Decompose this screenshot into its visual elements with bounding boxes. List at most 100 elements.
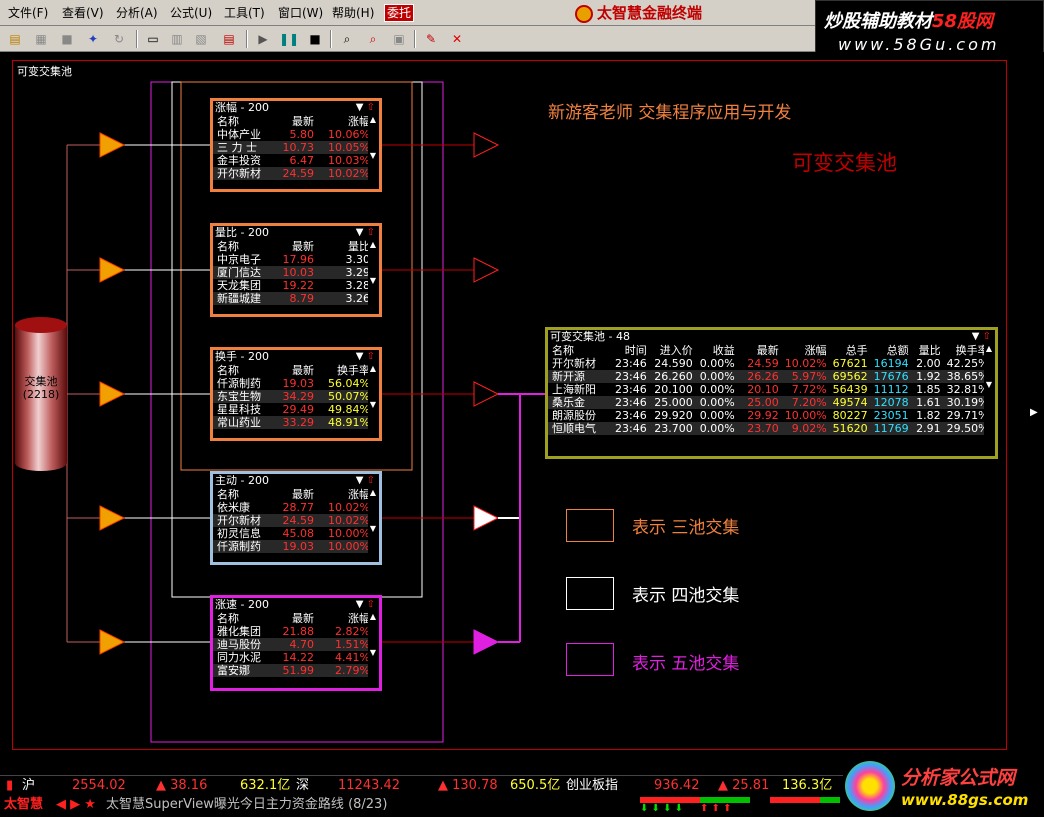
column-header[interactable]: 总额 [871, 344, 912, 357]
output-node-icon[interactable] [473, 629, 500, 655]
table-row[interactable]: 同力水泥 14.22 4.41% [213, 651, 373, 664]
menu-view[interactable]: 查看(V) [62, 5, 104, 21]
menu-analysis[interactable]: 分析(A) [116, 5, 158, 21]
table-row[interactable]: 朗源股份 23:46 29.920 0.00% 29.92 10.00% 80227 2305… [548, 409, 992, 422]
menu-formula[interactable]: 公式(U) [170, 5, 212, 21]
open-icon[interactable]: ▤ [6, 30, 24, 48]
filter-node-icon[interactable] [99, 505, 126, 531]
table-row[interactable]: 开尔新材 24.59 10.02% [213, 514, 373, 527]
column-header[interactable]: 时间 [612, 344, 650, 357]
tile-icon[interactable]: ▥ [168, 30, 186, 48]
table-row[interactable]: 恒顺电气 23:46 23.700 0.00% 23.70 9.02% 51620 11769… [548, 422, 992, 435]
column-header[interactable]: 量比 [912, 344, 944, 357]
scrollbar[interactable]: ▲ ▼ [368, 240, 378, 314]
print-icon[interactable]: ▦ [32, 30, 50, 48]
pin-icon[interactable]: ⇧ [367, 351, 375, 362]
filter-icon[interactable]: ▼ [972, 331, 980, 342]
pin-icon[interactable]: ⇧ [367, 475, 375, 486]
ticker-nav-icon[interactable]: ◀ ▶ ★ [56, 797, 96, 813]
menu-window[interactable]: 窗口(W) [278, 5, 323, 21]
table-row[interactable]: 中体产业 5.80 10.06% [213, 128, 373, 141]
save-icon[interactable]: ■ [58, 30, 76, 48]
column-header[interactable]: 名称 [213, 488, 277, 501]
table-row[interactable]: 上海新阳 23:46 20.100 0.00% 20.10 7.72% 56439 11112… [548, 383, 992, 396]
table-row[interactable]: 开尔新材 24.59 10.02% [213, 167, 373, 180]
filter-node-icon[interactable] [99, 629, 126, 655]
play-icon[interactable]: ▶ [254, 30, 272, 48]
table-row[interactable]: 富安娜 51.99 2.79% [213, 664, 373, 677]
table-row[interactable]: 新开源 23:46 26.260 0.00% 26.26 5.97% 69562 17676 1… [548, 370, 992, 383]
table-row[interactable]: 东宝生物 34.29 50.07% [213, 390, 373, 403]
ticker-message[interactable]: 太智慧SuperView曝光今日主力资金路线 (8/23) [106, 797, 387, 813]
menu-tools[interactable]: 工具(T) [224, 5, 265, 21]
search-icon[interactable]: ⌕ [338, 30, 356, 48]
table-row[interactable]: 开尔新材 23:46 24.590 0.00% 24.59 10.02% 67621 1619… [548, 357, 992, 370]
column-header[interactable]: 量比 [317, 240, 373, 253]
filter-node-icon[interactable] [99, 257, 126, 283]
column-header[interactable]: 最新 [277, 488, 317, 501]
column-header[interactable]: 名称 [548, 344, 612, 357]
pool-header[interactable]: 涨幅 - 200 ▼ ⇧ [213, 101, 379, 115]
pin-icon[interactable]: ⇧ [367, 227, 375, 238]
pool-panel-gain[interactable]: 涨幅 - 200 ▼ ⇧ 名称 最新 涨幅 中体产业 5.80 10.06% 三 力 士 10.7… [210, 98, 382, 192]
close-icon[interactable]: ✕ [448, 30, 466, 48]
pool-header[interactable]: 可变交集池 - 48 ▼ ⇧ [548, 330, 995, 344]
table-row[interactable]: 金丰投资 6.47 10.03% [213, 154, 373, 167]
table-row[interactable]: 仟源制药 19.03 10.00% [213, 540, 373, 553]
column-header[interactable]: 涨幅 [317, 115, 373, 128]
search-red-icon[interactable]: ⌕ [364, 30, 382, 48]
intersect-node-icon[interactable] [473, 132, 500, 158]
tools-icon[interactable]: ✦ [84, 30, 102, 48]
column-header[interactable]: 涨幅 [317, 488, 373, 501]
filter-icon[interactable]: ▼ [356, 475, 364, 486]
table-row[interactable]: 星星科技 29.49 49.84% [213, 403, 373, 416]
scrollbar[interactable]: ▲ ▼ [368, 115, 378, 189]
column-header[interactable]: 最新 [277, 364, 317, 377]
filter-node-icon[interactable] [99, 132, 126, 158]
table-row[interactable]: 新疆城建 8.79 3.26 [213, 292, 373, 305]
column-header[interactable]: 换手率 [317, 364, 373, 377]
pool-header[interactable]: 涨速 - 200 ▼ ⇧ [213, 598, 379, 612]
refresh-icon[interactable]: ↻ [110, 30, 128, 48]
pool-header[interactable]: 主动 - 200 ▼ ⇧ [213, 474, 379, 488]
filter-icon[interactable]: ▼ [356, 599, 364, 610]
table-row[interactable]: 雅化集团 21.88 2.82% [213, 625, 373, 638]
column-header[interactable]: 名称 [213, 612, 277, 625]
column-header[interactable]: 最新 [277, 240, 317, 253]
column-header[interactable]: 名称 [213, 364, 277, 377]
column-header[interactable]: 涨幅 [782, 344, 830, 357]
filter-node-icon[interactable] [99, 381, 126, 407]
column-header[interactable]: 进入价 [650, 344, 696, 357]
column-header[interactable]: 收益 [696, 344, 738, 357]
market-icon[interactable]: ▮ [6, 778, 13, 794]
menu-file[interactable]: 文件(F) [8, 5, 48, 21]
window-icon[interactable]: ▭ [144, 30, 162, 48]
pool-header[interactable]: 量比 - 200 ▼ ⇧ [213, 226, 379, 240]
disabled-node-icon[interactable] [473, 505, 500, 531]
pool-panel-speed[interactable]: 涨速 - 200 ▼ ⇧ 名称 最新 涨幅 雅化集团 21.88 2.82% 迪马股份 4.70 1… [210, 595, 382, 691]
scrollbar[interactable]: ▲ ▼ [368, 612, 378, 688]
column-header[interactable]: 总手 [830, 344, 871, 357]
table-row[interactable]: 初灵信息 45.08 10.00% [213, 527, 373, 540]
table-row[interactable]: 中京电子 17.96 3.30 [213, 253, 373, 266]
column-header[interactable]: 最新 [738, 344, 782, 357]
filter-icon[interactable]: ▼ [356, 227, 364, 238]
table-row[interactable]: 常山药业 33.29 48.91% [213, 416, 373, 429]
table-row[interactable]: 迪马股份 4.70 1.51% [213, 638, 373, 651]
result-pool-panel[interactable]: 可变交集池 - 48 ▼ ⇧ 名称 时间 进入价 收益 最新 涨幅 总手 总额 量比 换手率 开尔新材 2… [545, 327, 998, 459]
column-header[interactable]: 最新 [277, 115, 317, 128]
cascade-icon[interactable]: ▧ [192, 30, 210, 48]
table-row[interactable]: 仟源制药 19.03 56.04% [213, 377, 373, 390]
table-row[interactable]: 桑乐金 23:46 25.000 0.00% 25.00 7.20% 49574 12078 1… [548, 396, 992, 409]
column-header[interactable]: 名称 [213, 115, 277, 128]
filter-icon[interactable]: ▼ [356, 351, 364, 362]
export-icon[interactable]: ▣ [390, 30, 408, 48]
intersect-node-icon[interactable] [473, 257, 500, 283]
table-row[interactable]: 三 力 士 10.73 10.05% [213, 141, 373, 154]
scrollbar[interactable]: ▲ ▼ [984, 344, 994, 456]
scrollbar[interactable]: ▲ ▼ [368, 364, 378, 438]
pool-panel-turnover[interactable]: 换手 - 200 ▼ ⇧ 名称 最新 换手率 仟源制药 19.03 56.04% 东宝生物 34.… [210, 347, 382, 441]
column-header[interactable]: 最新 [277, 612, 317, 625]
pause-icon[interactable]: ❚❚ [279, 30, 299, 48]
pin-icon[interactable]: ⇧ [367, 102, 375, 113]
